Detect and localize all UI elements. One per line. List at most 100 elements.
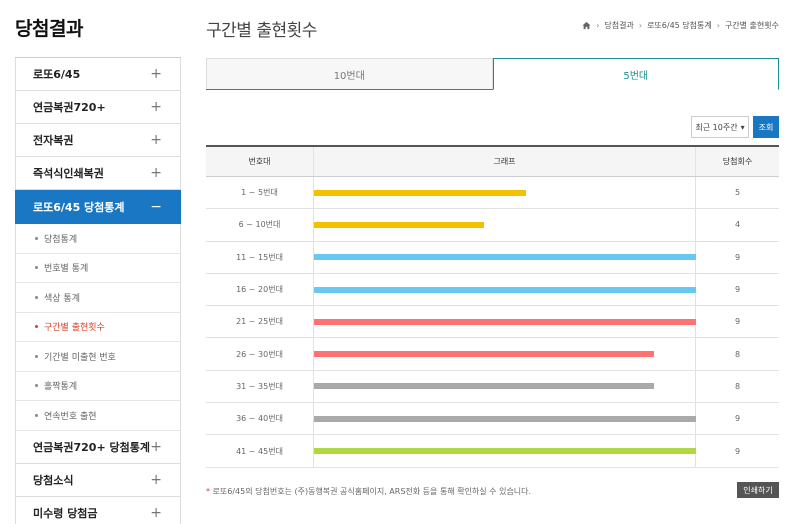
submenu-item-number-stats[interactable]: 번호별 통계 <box>15 253 181 283</box>
tab-5-range[interactable]: 5번대 <box>492 58 779 90</box>
note-text: 로또6/45의 당첨번호는 (주)동행복권 공식홈페이지, ARS전화 등을 통… <box>212 487 532 496</box>
sidebar-item-instant-lottery[interactable]: 즉석식인쇄복권 + <box>15 157 181 190</box>
page-title: 구간별 출현횟수 <box>206 21 317 41</box>
frequency-bar <box>314 221 484 228</box>
plus-icon: + <box>150 132 162 148</box>
table-row: 6 ~ 10번대 4 <box>206 209 779 242</box>
range-label: 1 ~ 5번대 <box>206 177 314 209</box>
count-value: 9 <box>734 252 741 262</box>
sidebar-item-pension720[interactable]: 연금복권720+ + <box>15 91 181 124</box>
chevron-right-icon: › <box>596 21 600 30</box>
table-row: 21 ~ 25번대 9 <box>206 306 779 339</box>
submenu-item-winning-stats[interactable]: 당첨통계 <box>15 224 181 254</box>
graph-cell <box>314 435 696 467</box>
table-row: 26 ~ 30번대 8 <box>206 338 779 371</box>
count-value: 9 <box>734 414 741 424</box>
sidebar-item-label: 연금복권720+ <box>33 101 106 114</box>
tab-10-range[interactable]: 10번대 <box>206 58 493 89</box>
frequency-bar <box>314 351 654 358</box>
home-icon[interactable] <box>582 21 591 30</box>
range-label: 11 ~ 15번대 <box>206 241 314 273</box>
frequency-table: 번호대 그래프 당첨회수 1 ~ 5번대 5 6 ~ 10번대 4 11 ~ 15번대 9… <box>206 145 779 468</box>
period-filter: 최근 10주간 ▾ 조회 <box>691 116 779 138</box>
submenu-item-label: 홀짝통계 <box>44 382 78 393</box>
graph-cell <box>314 177 696 209</box>
plus-icon: + <box>150 165 162 181</box>
submenu-item-consecutive-numbers[interactable]: 연속번호 출현 <box>15 401 181 431</box>
sidebar-item-lotto645[interactable]: 로또6/45 + <box>15 58 181 91</box>
graph-cell <box>314 241 696 273</box>
count-value: 9 <box>734 317 741 327</box>
submenu-item-label: 색상 통계 <box>44 293 80 304</box>
sidebar-item-pension720-stats[interactable]: 연금복권720+ 당첨통계 + <box>15 430 181 464</box>
table-header-row: 번호대 그래프 당첨회수 <box>206 147 779 177</box>
sidebar-item-unclaimed-prizes[interactable]: 미수령 당첨금 + <box>15 496 181 524</box>
count-value: 8 <box>734 349 741 359</box>
sidebar-item-label: 즉석식인쇄복권 <box>33 167 104 180</box>
breadcrumb: › 당첨결과 › 로또6/45 당첨통계 › 구간별 출현횟수 <box>582 20 779 31</box>
print-button[interactable]: 인쇄하기 <box>737 482 779 498</box>
table-row: 36 ~ 40번대 9 <box>206 403 779 436</box>
submenu-item-label: 구간별 출현횟수 <box>44 323 105 334</box>
caret-down-icon: ▾ <box>740 122 745 132</box>
submenu-item-range-frequency[interactable]: 구간별 출현횟수 <box>15 312 181 342</box>
frequency-bar <box>314 415 696 422</box>
bullet-icon <box>35 295 38 299</box>
range-label: 36 ~ 40번대 <box>206 403 314 435</box>
submenu-item-label: 기간별 미출현 번호 <box>44 352 116 363</box>
count-value: 8 <box>734 381 741 391</box>
chevron-right-icon: › <box>638 21 643 30</box>
sidebar-item-label: 미수령 당첨금 <box>33 506 98 520</box>
table-body: 1 ~ 5번대 5 6 ~ 10번대 4 11 ~ 15번대 9 16 ~ 20번대 9 21 … <box>206 177 779 468</box>
range-label: 26 ~ 30번대 <box>206 338 314 370</box>
plus-icon: + <box>150 504 162 521</box>
range-tabs: 10번대 5번대 <box>206 58 779 90</box>
graph-cell <box>314 370 696 403</box>
submenu-item-missing-numbers[interactable]: 기간별 미출현 번호 <box>15 342 181 372</box>
bullet-icon <box>35 325 38 329</box>
minus-icon: − <box>150 198 162 215</box>
bullet-icon <box>35 236 38 240</box>
column-header-range: 번호대 <box>206 147 314 176</box>
count-value: 4 <box>734 220 741 230</box>
plus-icon: + <box>150 438 162 455</box>
table-row: 31 ~ 35번대 8 <box>206 370 779 404</box>
submenu-item-label: 연속번호 출현 <box>44 411 97 422</box>
bullet-icon <box>35 384 38 388</box>
range-label: 6 ~ 10번대 <box>206 209 314 241</box>
period-select[interactable]: 최근 10주간 ▾ <box>691 116 749 138</box>
count-value: 5 <box>734 188 741 198</box>
table-row: 11 ~ 15번대 9 <box>206 241 779 274</box>
frequency-bar <box>314 189 527 196</box>
table-row: 1 ~ 5번대 5 <box>206 177 779 210</box>
sidebar-menu: 로또6/45 + 연금복권720+ + 전자복권 + 즉석식인쇄복권 + 로또6… <box>15 57 181 524</box>
graph-cell <box>314 403 696 435</box>
breadcrumb-item[interactable]: 구간별 출현횟수 <box>725 20 779 31</box>
sidebar-item-lotto645-stats[interactable]: 로또6/45 당첨통계 − <box>15 190 181 224</box>
frequency-bar <box>314 448 696 455</box>
submenu-item-label: 당첨통계 <box>44 234 78 245</box>
count-value: 9 <box>734 446 741 456</box>
count-value: 9 <box>734 285 741 295</box>
submenu-item-color-stats[interactable]: 색상 통계 <box>15 283 181 313</box>
range-label: 16 ~ 20번대 <box>206 273 314 306</box>
frequency-bar <box>314 254 696 261</box>
period-select-value: 최근 10주간 <box>695 122 738 132</box>
frequency-bar <box>314 286 696 293</box>
sidebar-item-e-lottery[interactable]: 전자복권 + <box>15 124 181 157</box>
note-asterisk: * <box>206 487 210 496</box>
sidebar-item-news[interactable]: 당첨소식 + <box>15 463 181 497</box>
sidebar-item-label: 연금복권720+ 당첨통계 <box>33 440 150 454</box>
range-label: 31 ~ 35번대 <box>206 370 314 403</box>
submenu-item-odd-even-stats[interactable]: 홀짝통계 <box>15 371 181 401</box>
frequency-bar <box>314 318 696 325</box>
breadcrumb-item[interactable]: 로또6/45 당첨통계 <box>647 20 712 31</box>
footer-note: * 로또6/45의 당첨번호는 (주)동행복권 공식홈페이지, ARS전화 등을… <box>206 486 531 497</box>
graph-cell <box>314 306 696 338</box>
breadcrumb-item[interactable]: 당첨결과 <box>604 20 633 31</box>
table-row: 41 ~ 45번대 9 <box>206 435 779 468</box>
search-button[interactable]: 조회 <box>753 116 779 138</box>
sidebar-item-label: 로또6/45 <box>33 68 81 81</box>
plus-icon: + <box>150 99 162 115</box>
sidebar-item-label: 전자복권 <box>33 134 74 147</box>
